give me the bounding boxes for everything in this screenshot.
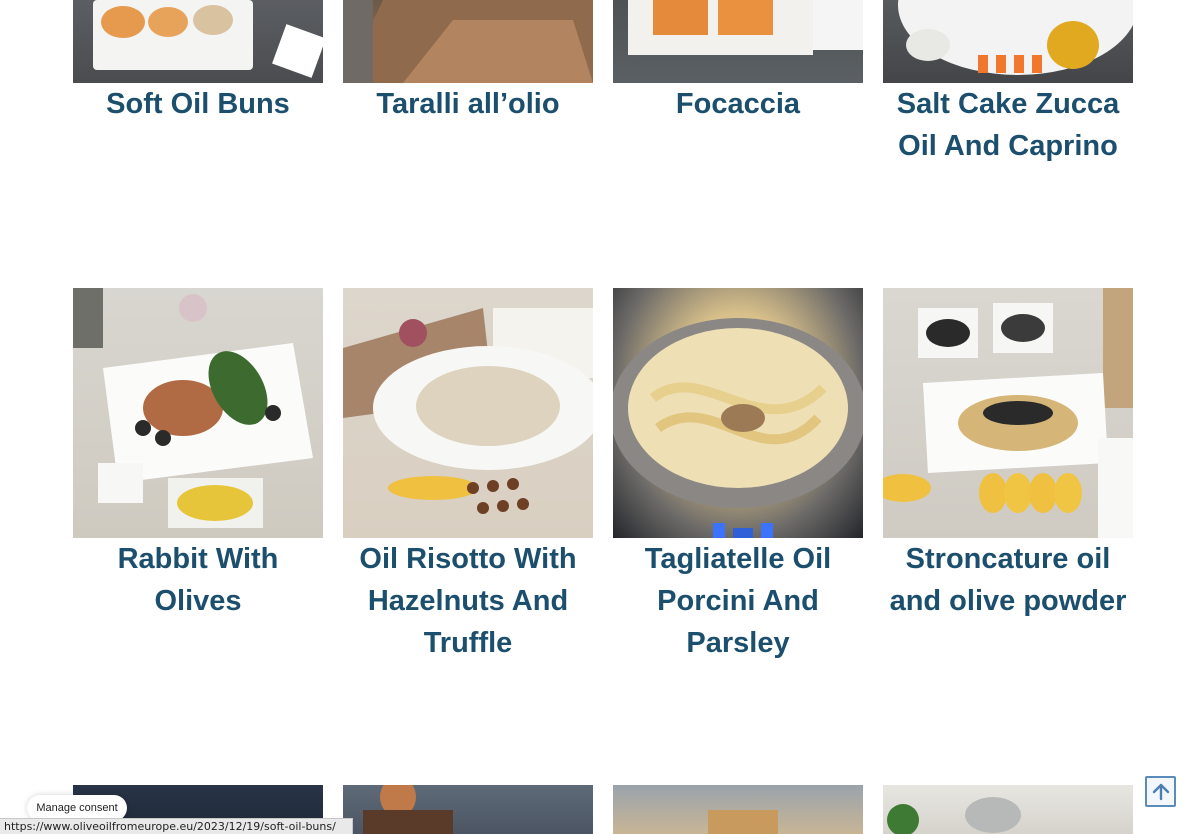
recipe-title-soft-oil-buns[interactable]: Soft Oil Buns <box>73 83 323 125</box>
recipe-image-row3-2[interactable] <box>343 785 593 834</box>
stroncature-photo <box>883 288 1133 538</box>
recipe-title-taralli[interactable]: Taralli all’olio <box>343 83 593 125</box>
recipe-title-oil-risotto[interactable]: Oil Risotto With Hazelnuts And Truffle <box>343 538 593 664</box>
scroll-to-top-button[interactable] <box>1145 776 1176 807</box>
recipe-image-tagliatelle[interactable] <box>613 288 863 538</box>
salt-cake-photo <box>898 0 1133 75</box>
recipe-title-stroncature[interactable]: Stroncature oil and olive powder <box>883 538 1133 622</box>
recipe-image-taralli[interactable] <box>343 0 593 83</box>
recipe-title-rabbit-with-olives[interactable]: Rabbit With Olives <box>73 538 323 622</box>
soft-oil-buns-photo <box>93 0 323 78</box>
recipe-image-salt-cake[interactable] <box>883 0 1133 83</box>
recipe-image-oil-risotto[interactable] <box>343 288 593 538</box>
focaccia-photo <box>628 0 863 55</box>
row3-2-photo <box>363 785 453 834</box>
recipe-title-salt-cake[interactable]: Salt Cake Zucca Oil And Caprino <box>883 83 1133 167</box>
recipe-title-focaccia[interactable]: Focaccia <box>613 83 863 125</box>
recipe-title-tagliatelle[interactable]: Tagliatelle Oil Porcini And Parsley <box>613 538 863 664</box>
recipe-image-focaccia[interactable] <box>613 0 863 83</box>
recipe-image-rabbit-with-olives[interactable] <box>73 288 323 538</box>
tagliatelle-photo <box>613 318 863 538</box>
rabbit-photo <box>73 288 313 528</box>
arrow-up-icon <box>1152 783 1169 800</box>
taralli-photo <box>343 0 593 83</box>
recipe-image-stroncature[interactable] <box>883 288 1133 538</box>
risotto-photo <box>343 308 593 514</box>
row3-3-photo <box>708 810 778 834</box>
recipe-image-row3-4[interactable] <box>883 785 1133 834</box>
recipe-image-soft-oil-buns[interactable] <box>73 0 323 83</box>
status-bar-url: https://www.oliveoilfromeurope.eu/2023/1… <box>0 818 353 834</box>
recipe-image-row3-3[interactable] <box>613 785 863 834</box>
row3-4-photo <box>887 797 1021 834</box>
